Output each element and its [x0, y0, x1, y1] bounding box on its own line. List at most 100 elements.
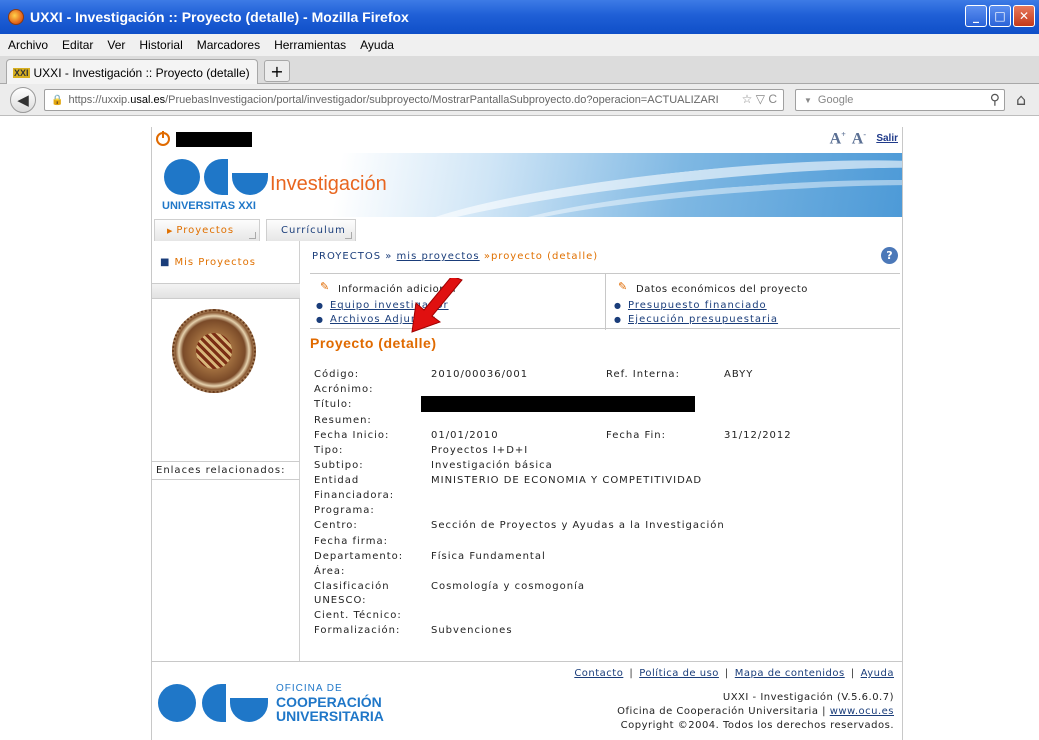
field-label: Área: — [314, 566, 346, 577]
breadcrumb-root: PROYECTOS — [312, 251, 382, 262]
link-label: Presupuesto financiado — [627, 300, 767, 311]
field-centro: Sección de Proyectos y Ayudas a la Inves… — [431, 520, 725, 531]
sidebar-item-label: Mis Proyectos — [174, 257, 256, 268]
link-presupuesto-financiado[interactable]: ● Presupuesto financiado — [614, 300, 767, 311]
search-icon[interactable]: ⚲ — [990, 91, 1000, 108]
field-label: Fecha firma: — [314, 536, 388, 547]
pin-icon: ✎ — [320, 280, 330, 293]
tab-curriculum[interactable]: Currículum — [266, 219, 356, 241]
footer-oficina: Oficina de Cooperación Universitaria | w… — [617, 706, 894, 717]
bullet-icon: ■ — [160, 257, 171, 268]
dropdown-arrow-icon[interactable]: ▽ — [756, 92, 765, 106]
field-label: Entidad — [314, 475, 360, 486]
field-label: Programa: — [314, 505, 375, 516]
field-label: Financiadora: — [314, 490, 395, 501]
menu-ayuda[interactable]: Ayuda — [360, 38, 394, 52]
field-formalizacion: Subvenciones — [431, 625, 513, 636]
app-frame: A+ A- Salir UNIVERSITAS XXI Investigació… — [151, 127, 903, 740]
datos-economicos-heading: Datos económicos del proyecto — [636, 284, 808, 295]
pin-icon: ✎ — [618, 280, 628, 293]
link-ejecucion-presupuestaria[interactable]: ● Ejecución presupuestaria — [614, 314, 778, 325]
field-label: Cient. Técnico: — [314, 610, 402, 621]
field-tipo: Proyectos I+D+I — [431, 445, 529, 456]
field-label: UNESCO: — [314, 595, 367, 606]
field-label: Código: — [314, 369, 360, 380]
url-path: /PruebasInvestigacion/portal/investigado… — [165, 94, 719, 106]
menu-archivo[interactable]: Archivo — [8, 38, 48, 52]
tab-proyectos-label: Proyectos — [176, 225, 235, 236]
firefox-logo-icon — [8, 9, 24, 25]
tabbar: XXI UXXI - Investigación :: Proyecto (de… — [0, 56, 1039, 85]
breadcrumb-separator: » — [483, 251, 491, 262]
field-departamento: Física Fundamental — [431, 551, 546, 562]
breadcrumb-mis-proyectos[interactable]: mis proyectos — [397, 251, 480, 262]
search-engine-dropdown-icon[interactable]: ▼ — [804, 96, 812, 105]
decrease-font-icon[interactable]: A- — [852, 130, 866, 148]
close-button[interactable]: ✕ — [1013, 5, 1035, 27]
footer-link-contacto[interactable]: Contacto — [574, 668, 623, 679]
module-tabs: ▶ Proyectos Currículum — [152, 219, 902, 241]
ocu-line: COOPERACIÓN — [276, 693, 382, 710]
footer-link-ocu[interactable]: www.ocu.es — [830, 706, 894, 717]
navbar: ◀ 🔒 https://uxxip. usal.es/PruebasInvesti… — [0, 84, 1039, 116]
salir-link[interactable]: Salir — [876, 133, 898, 144]
page-title: Proyecto (detalle) — [310, 335, 437, 351]
enlaces-relacionados: Enlaces relacionados: — [152, 461, 300, 480]
home-icon[interactable]: ⌂ — [1016, 90, 1026, 109]
power-icon[interactable] — [156, 131, 170, 146]
url-host: usal.es — [130, 94, 166, 106]
field-label: Fecha Inicio: — [314, 430, 390, 441]
tab-curriculum-label: Currículum — [281, 225, 346, 236]
tab-proyectos[interactable]: ▶ Proyectos — [154, 219, 260, 241]
menu-marcadores[interactable]: Marcadores — [197, 38, 260, 52]
field-codigo: 2010/00036/001 — [431, 369, 529, 380]
banner: UNIVERSITAS XXI Investigación — [152, 153, 902, 217]
lock-icon: 🔒 — [51, 94, 64, 106]
bookmark-star-icon[interactable]: ☆ — [742, 92, 753, 106]
menu-herramientas[interactable]: Herramientas — [274, 38, 346, 52]
menu-editar[interactable]: Editar — [62, 38, 93, 52]
minimize-button[interactable]: _ — [965, 5, 987, 27]
breadcrumb-current: proyecto (detalle) — [490, 251, 599, 262]
new-tab-button[interactable]: + — [264, 60, 290, 82]
help-icon[interactable]: ? — [881, 247, 898, 264]
footer-link-politica[interactable]: Política de uso — [639, 668, 719, 679]
field-ref-interna: ABYY — [724, 369, 754, 380]
back-button[interactable]: ◀ — [10, 87, 36, 113]
browser-tab-label: UXXI - Investigación :: Proyecto (detall… — [33, 65, 250, 80]
oficina-text: Oficina de Cooperación Universitaria | — [617, 706, 827, 717]
field-fecha-inicio: 01/01/2010 — [431, 430, 499, 441]
field-fecha-fin: 31/12/2012 — [724, 430, 792, 441]
search-placeholder: Google — [817, 94, 854, 106]
search-bar[interactable]: ▼ Google ⚲ — [795, 89, 1005, 111]
reload-icon[interactable]: C — [768, 92, 777, 106]
window-titlebar: UXXI - Investigación :: Proyecto (detall… — [0, 0, 1039, 34]
field-label: Ref. Interna: — [606, 369, 680, 380]
url-actions: ☆ ▽ C — [737, 92, 777, 106]
field-label: Formalización: — [314, 625, 401, 636]
footer: OFICINA DE COOPERACIÓN UNIVERSITARIA Con… — [152, 661, 902, 740]
url-bar[interactable]: 🔒 https://uxxip. usal.es/PruebasInvestiga… — [44, 89, 784, 111]
field-label: Fecha Fin: — [606, 430, 667, 441]
menu-historial[interactable]: Historial — [139, 38, 182, 52]
university-name: UNIVERSITAS XXI — [162, 200, 256, 212]
sidebar-item-mis-proyectos[interactable]: ■ Mis Proyectos — [160, 257, 256, 268]
font-size-controls: A+ A- — [830, 130, 866, 148]
footer-link-mapa[interactable]: Mapa de contenidos — [735, 668, 845, 679]
field-subtipo: Investigación básica — [431, 460, 553, 471]
field-label: Clasificación — [314, 581, 390, 592]
footer-link-ayuda[interactable]: Ayuda — [861, 668, 894, 679]
browser-tab[interactable]: XXI UXXI - Investigación :: Proyecto (de… — [6, 59, 258, 85]
sidebar-separator — [152, 283, 300, 299]
breadcrumb: PROYECTOS » mis proyectos »proyecto (det… — [312, 251, 598, 262]
field-label: Centro: — [314, 520, 358, 531]
sidebar: ■ Mis Proyectos Enlaces relacionados: — [152, 241, 300, 661]
tab-arrow-icon: ▶ — [167, 226, 174, 235]
menu-ver[interactable]: Ver — [107, 38, 125, 52]
field-label: Título: — [314, 399, 353, 410]
field-label: Resumen: — [314, 415, 372, 426]
breadcrumb-separator: » — [385, 251, 393, 262]
increase-font-icon[interactable]: A+ — [830, 130, 846, 148]
maximize-button[interactable]: □ — [989, 5, 1011, 27]
ocu-line: OFICINA DE — [276, 683, 343, 694]
